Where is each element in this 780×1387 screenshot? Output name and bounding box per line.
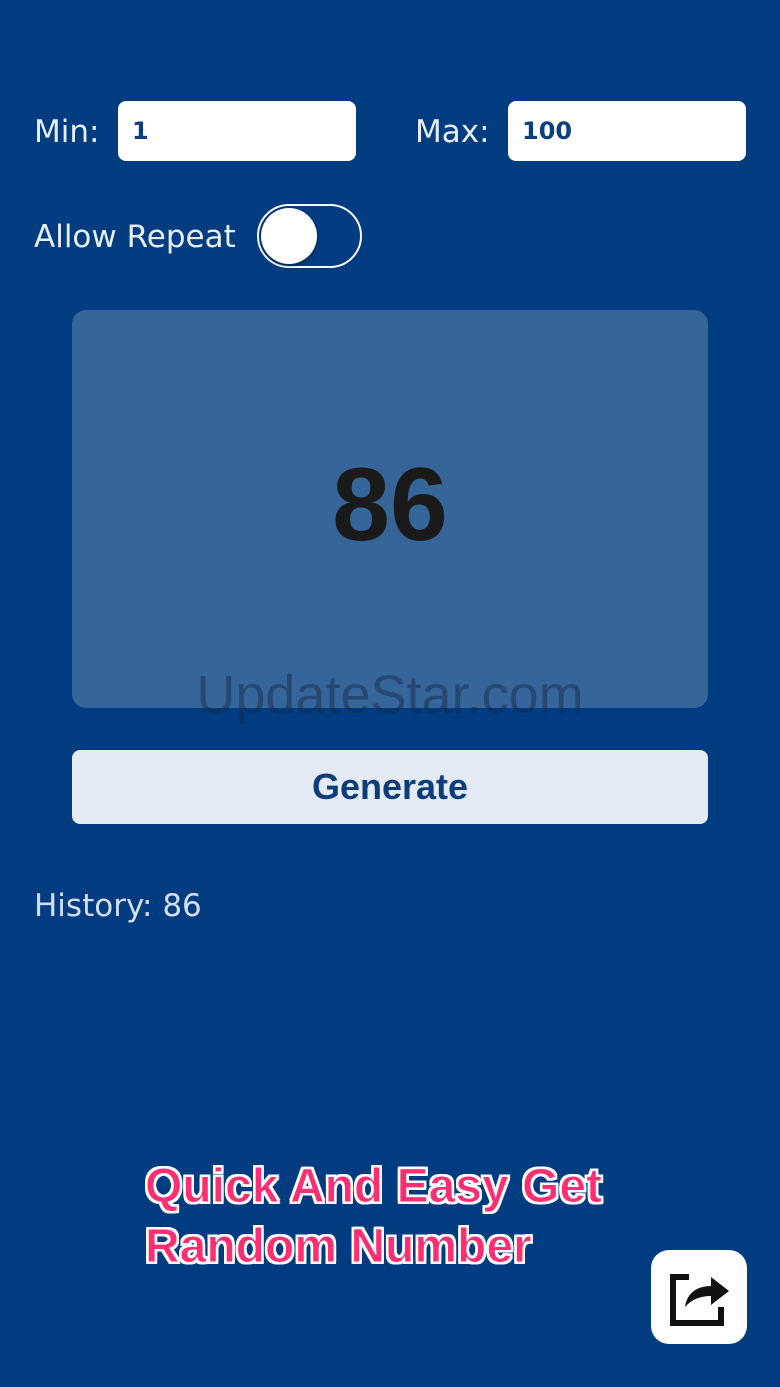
history-text: History: 86 xyxy=(34,888,202,924)
max-label: Max: xyxy=(415,114,490,150)
max-input[interactable]: 100 xyxy=(508,101,746,161)
promo-line-1: Quick And Easy Get xyxy=(144,1160,603,1214)
allow-repeat-toggle[interactable] xyxy=(257,204,362,268)
promo-line-2: Random Number xyxy=(144,1220,532,1274)
share-button[interactable] xyxy=(651,1250,747,1344)
allow-repeat-label: Allow Repeat xyxy=(34,219,236,255)
result-display: 86 xyxy=(72,310,708,708)
generate-button[interactable]: Generate xyxy=(72,750,708,824)
watermark: UpdateStar.com xyxy=(196,665,584,725)
min-label: Min: xyxy=(34,114,100,150)
toggle-knob xyxy=(261,208,317,264)
min-input[interactable]: 1 xyxy=(118,101,356,161)
promo-caption: Quick And Easy Get Random Number xyxy=(144,1157,603,1277)
share-icon xyxy=(670,1274,729,1326)
result-number: 86 xyxy=(332,446,448,563)
